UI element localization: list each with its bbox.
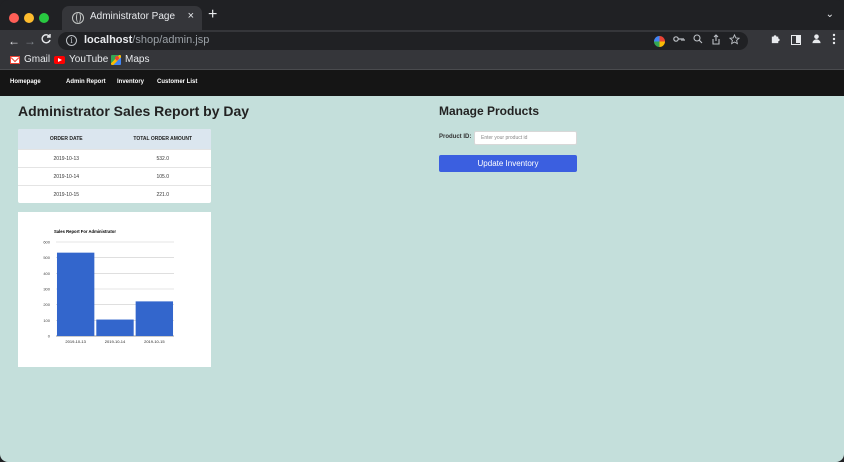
- youtube-icon: [54, 55, 65, 64]
- tab-title: Administrator Page: [90, 11, 176, 22]
- url-text: localhost/shop/admin.jsp: [84, 34, 209, 46]
- product-id-label: Product ID:: [439, 134, 472, 140]
- x-tick-label: 2019-10-14: [105, 339, 126, 344]
- nav-link-homepage[interactable]: Homepage: [10, 79, 41, 85]
- url-path: /shop/admin.jsp: [132, 34, 210, 46]
- nav-link-inventory[interactable]: Inventory: [117, 79, 144, 85]
- table-row: 2019-10-15 221.0: [18, 185, 211, 203]
- star-icon[interactable]: [728, 33, 741, 48]
- browser-toolbar: ← → i localhost/shop/admin.jsp: [0, 30, 844, 52]
- bookmark-label: Gmail: [24, 54, 51, 65]
- bookmarks-bar: Gmail YouTube Maps: [0, 52, 844, 70]
- chart-bar: [135, 301, 174, 336]
- sales-bar-chart: Sales Report For Administrator 0 100 200 300…: [43, 229, 174, 344]
- y-tick-label: 100: [43, 318, 50, 323]
- y-tick-label: 0: [48, 334, 51, 339]
- y-tick-label: 200: [43, 302, 50, 307]
- y-tick-label: 500: [43, 255, 50, 260]
- product-id-input[interactable]: [474, 131, 577, 145]
- column-header-order-date: ORDER DATE: [49, 136, 83, 142]
- table-header: ORDER DATE TOTAL ORDER AMOUNT: [18, 129, 211, 149]
- gmail-icon: [10, 55, 20, 64]
- chart-bar: [96, 319, 134, 336]
- bookmark-label: Maps: [125, 54, 150, 65]
- forward-arrow-icon[interactable]: →: [24, 33, 36, 49]
- tab-close-icon[interactable]: ×: [188, 10, 194, 22]
- minimize-window-button[interactable]: [24, 13, 34, 23]
- key-icon[interactable]: [673, 34, 685, 48]
- tab-strip: Administrator Page × + ⌄: [0, 0, 844, 30]
- bookmark-gmail[interactable]: Gmail: [10, 54, 50, 65]
- bookmark-youtube[interactable]: YouTube: [54, 54, 108, 65]
- y-tick-label: 600: [43, 240, 50, 245]
- sales-chart-card: Sales Report For Administrator 0 100 200 300…: [18, 212, 211, 367]
- profile-icon[interactable]: [811, 33, 822, 48]
- sales-report-table: ORDER DATE TOTAL ORDER AMOUNT 2019-10-13…: [18, 129, 211, 203]
- address-bar[interactable]: i localhost/shop/admin.jsp: [58, 32, 748, 50]
- tab-administrator-page[interactable]: Administrator Page ×: [62, 6, 202, 30]
- order-date-cell: 2019-10-15: [53, 192, 80, 198]
- share-icon[interactable]: [711, 34, 721, 48]
- menu-icon[interactable]: [832, 33, 836, 48]
- tab-search-chevron-icon[interactable]: ⌄: [826, 9, 834, 20]
- x-tick-label: 2019-10-13: [65, 339, 86, 344]
- x-tick-label: 2019-10-15: [144, 339, 165, 344]
- google-lens-icon[interactable]: [654, 36, 665, 47]
- extensions-icon[interactable]: [770, 33, 781, 48]
- total-amount-cell: 105.0: [156, 174, 169, 180]
- order-date-cell: 2019-10-14: [53, 174, 80, 180]
- maps-icon: [111, 54, 121, 65]
- page-content: Administrator Sales Report by Day ORDER …: [0, 96, 844, 462]
- nav-link-admin-report[interactable]: Admin Report: [66, 79, 106, 85]
- maximize-window-button[interactable]: [39, 13, 49, 23]
- total-amount-cell: 532.0: [156, 156, 169, 162]
- bookmark-label: YouTube: [69, 54, 109, 65]
- chart-bar: [56, 252, 95, 336]
- reload-icon[interactable]: [40, 33, 52, 49]
- globe-icon: [72, 12, 84, 24]
- y-tick-label: 400: [43, 271, 50, 276]
- zoom-icon[interactable]: [693, 34, 703, 48]
- order-date-cell: 2019-10-13: [53, 156, 80, 162]
- table-row: 2019-10-14 105.0: [18, 167, 211, 185]
- manage-products-title: Manage Products: [439, 104, 540, 118]
- side-panel-icon[interactable]: [791, 35, 801, 45]
- update-inventory-button[interactable]: Update Inventory: [439, 155, 577, 172]
- column-header-total-amount: TOTAL ORDER AMOUNT: [133, 136, 193, 142]
- browser-window: Administrator Page × + ⌄ ← → i localhost…: [0, 0, 844, 462]
- back-arrow-icon[interactable]: ←: [8, 33, 20, 49]
- nav-link-customer-list[interactable]: Customer List: [157, 79, 197, 85]
- site-navbar: Homepage Admin Report Inventory Customer…: [0, 70, 844, 96]
- url-host: localhost: [84, 34, 133, 46]
- y-tick-label: 300: [43, 287, 50, 292]
- total-amount-cell: 221.0: [156, 192, 169, 198]
- site-info-icon[interactable]: i: [66, 35, 77, 46]
- new-tab-button[interactable]: +: [208, 6, 217, 24]
- sales-report-title: Administrator Sales Report by Day: [18, 103, 250, 119]
- close-window-button[interactable]: [9, 13, 19, 23]
- table-row: 2019-10-13 532.0: [18, 149, 211, 167]
- bookmark-maps[interactable]: Maps: [111, 54, 149, 65]
- chart-title: Sales Report For Administrator: [54, 229, 116, 234]
